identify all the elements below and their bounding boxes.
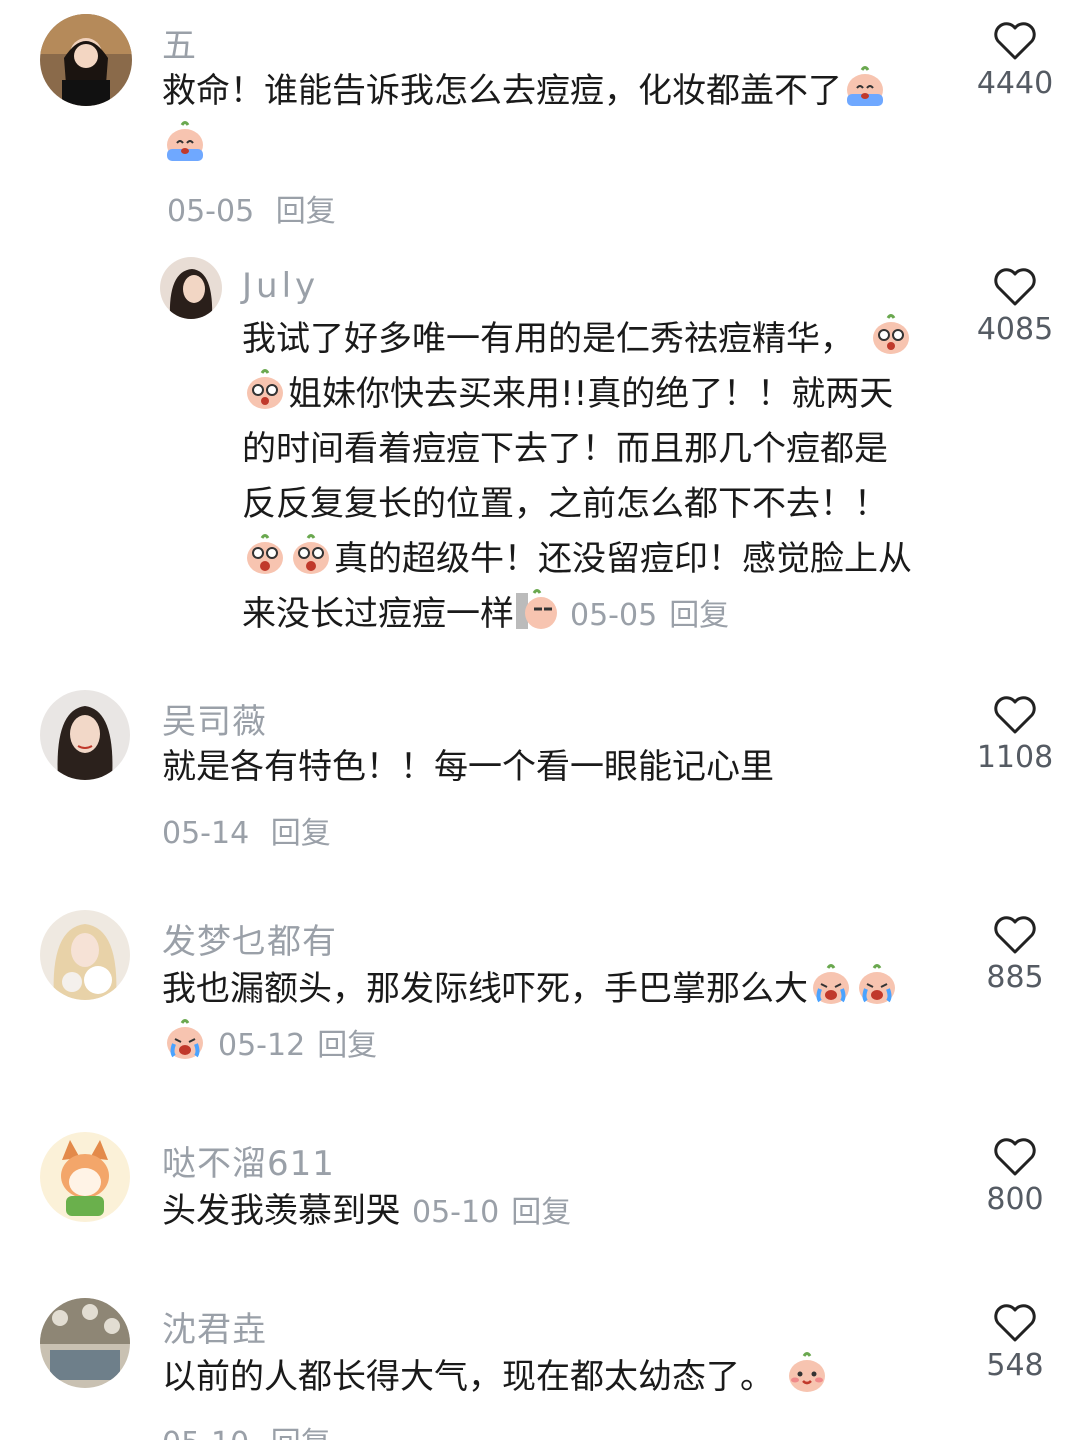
comment-text: 就是各有特色！！每一个看一眼能记心里 (162, 747, 774, 787)
reply-button[interactable]: 回复 (317, 1028, 377, 1063)
heart-outline-icon[interactable] (992, 694, 1038, 736)
like-count: 800 (986, 1182, 1044, 1217)
comment-meta: 05-14 回复 (162, 808, 331, 852)
comment-date: 05-10 (412, 1195, 500, 1230)
like-control[interactable]: 800 (970, 1136, 1060, 1217)
shocked-face-emoji (868, 312, 914, 358)
comment-date: 05-05 (167, 194, 255, 229)
like-control[interactable]: 4440 (970, 20, 1060, 101)
cry-face-emoji (162, 1017, 208, 1063)
comment-meta: 05-05 回复 (167, 186, 336, 230)
heart-outline-icon[interactable] (992, 1302, 1038, 1344)
sob-face-emoji (162, 119, 208, 165)
comment-body: 就是各有特色！！每一个看一眼能记心里 (162, 740, 962, 795)
comment-text-line: 真的超级牛！还没留痘印！感觉脸上从 (334, 539, 912, 579)
reply-button[interactable]: 回复 (271, 1426, 331, 1440)
heart-outline-icon[interactable] (992, 1136, 1038, 1178)
like-control[interactable]: 4085 (970, 266, 1060, 347)
heart-outline-icon[interactable] (992, 266, 1038, 308)
username[interactable]: July (242, 266, 319, 306)
avatar[interactable] (160, 257, 222, 319)
comment-text: 我也漏额头，那发际线吓死，手巴掌那么大 (162, 969, 808, 1009)
comment-text-line: 来没长过痘痘一样 (242, 594, 514, 634)
shocked-face-emoji (288, 532, 334, 578)
comment-date: 05-14 (162, 816, 250, 851)
comment-body: 我试了好多唯一有用的是仁秀祛痘精华， 姐妹你快去买来用!!真的绝了！！就两天 的… (242, 312, 962, 643)
avatar[interactable] (40, 1132, 130, 1222)
reply-button[interactable]: 回复 (669, 598, 729, 633)
like-control[interactable]: 885 (970, 914, 1060, 995)
comment-meta: 05-10 回复 (162, 1418, 331, 1440)
like-count: 4440 (976, 66, 1054, 101)
heart-outline-icon[interactable] (992, 914, 1038, 956)
reply-button[interactable]: 回复 (271, 816, 331, 851)
reply-button[interactable]: 回复 (511, 1195, 571, 1230)
comment-list: 五 救命！谁能告诉我怎么去痘痘，化妆都盖不了 05-05 回复 4440 Jul… (0, 0, 1080, 1440)
username[interactable]: 哒不溜611 (162, 1136, 335, 1185)
comment-date: 05-10 (162, 1426, 249, 1440)
username[interactable]: 发梦乜都有 (162, 914, 337, 963)
cry-face-emoji (854, 962, 900, 1008)
comment-text-line: 的时间看着痘痘下去了！而且那几个痘都是 (242, 429, 888, 469)
comment-body: 救命！谁能告诉我怎么去痘痘，化妆都盖不了 (162, 64, 962, 174)
comment-meta: 05-05 回复 (570, 598, 729, 633)
username[interactable]: 吴司薇 (162, 694, 267, 743)
avatar[interactable] (40, 14, 132, 106)
shocked-face-emoji (242, 532, 288, 578)
comment-body: 我也漏额头，那发际线吓死，手巴掌那么大 05-12 回复 (162, 962, 962, 1073)
reply-button[interactable]: 回复 (276, 194, 336, 229)
comment-text: 头发我羡慕到哭 (162, 1191, 400, 1231)
like-count: 548 (986, 1348, 1044, 1383)
comment-body: 以前的人都长得大气，现在都太幼态了。 (162, 1350, 962, 1405)
cry-face-emoji (808, 962, 854, 1008)
like-count: 1108 (976, 740, 1054, 775)
avatar[interactable] (40, 1298, 130, 1388)
sneaky-face-emoji (514, 587, 560, 633)
like-count: 4085 (976, 312, 1054, 347)
username[interactable]: 五 (162, 18, 197, 67)
like-control[interactable]: 548 (970, 1302, 1060, 1383)
sob-face-emoji (842, 64, 888, 110)
comment-text: 救命！谁能告诉我怎么去痘痘，化妆都盖不了 (162, 71, 842, 111)
comment-text-line: 反反复复长的位置，之前怎么都下不去！！ (242, 484, 888, 524)
comment-meta: 05-12 回复 (218, 1028, 377, 1063)
comment-meta: 05-10 回复 (412, 1195, 571, 1230)
smile-face-emoji (784, 1350, 830, 1396)
like-count: 885 (986, 960, 1044, 995)
comment-date: 05-05 (570, 598, 658, 633)
comment-text-line: 我试了好多唯一有用的是仁秀祛痘精华， (242, 319, 854, 359)
username[interactable]: 沈君垚 (162, 1302, 267, 1351)
comment-body: 头发我羡慕到哭 05-10 回复 (162, 1184, 962, 1240)
avatar[interactable] (40, 910, 130, 1000)
heart-outline-icon[interactable] (992, 20, 1038, 62)
shocked-face-emoji (242, 367, 288, 413)
like-control[interactable]: 1108 (970, 694, 1060, 775)
comment-text-line: 姐妹你快去买来用!!真的绝了！！就两天 (288, 374, 894, 414)
comment-text: 以前的人都长得大气，现在都太幼态了。 (162, 1357, 774, 1397)
avatar[interactable] (40, 690, 130, 780)
comment-date: 05-12 (218, 1028, 306, 1063)
